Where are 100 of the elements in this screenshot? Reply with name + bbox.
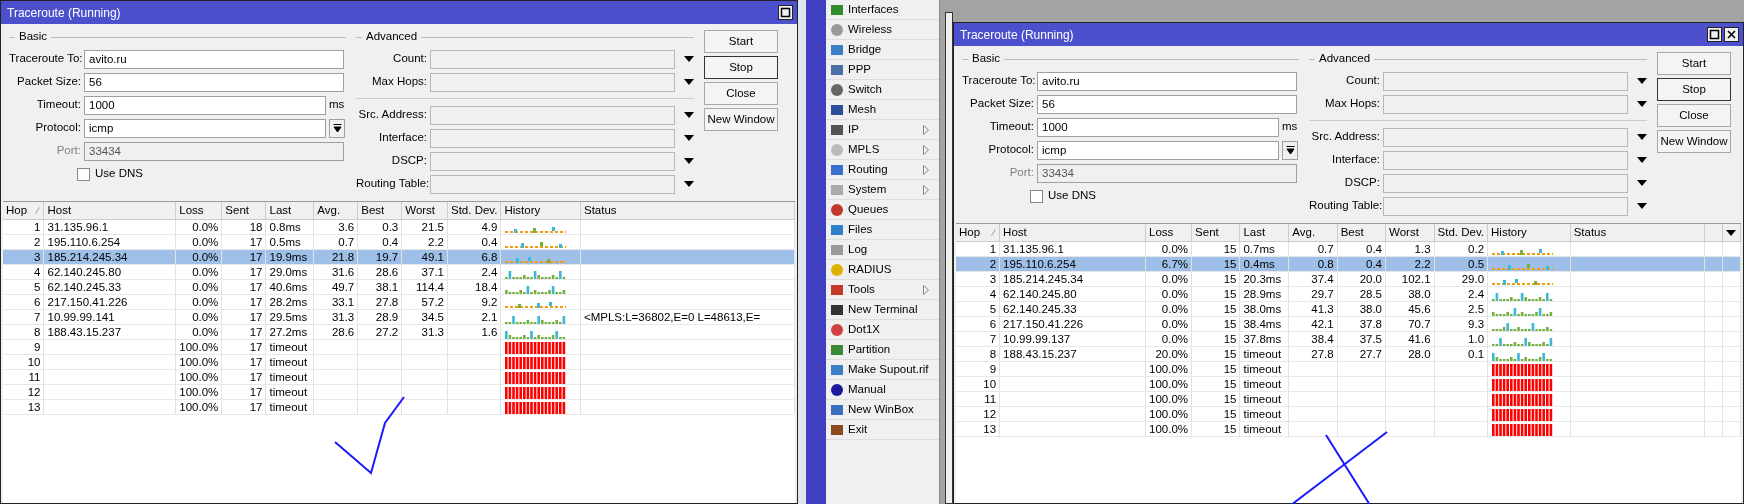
dropdown-button[interactable] (1282, 140, 1298, 160)
menu-item[interactable]: Switch (826, 80, 939, 100)
table-row[interactable]: 13 100.0% 15 timeout (956, 421, 1741, 437)
column-header[interactable]: Worst (401, 202, 448, 220)
input-field[interactable] (430, 105, 675, 125)
window-button[interactable]: Start (704, 30, 778, 53)
table-row[interactable]: 6 217.150.41.226 0.0% 17 28.2ms 33.1 27.8 57.2 9.2 (3, 294, 795, 310)
menu-item[interactable]: Tools (826, 280, 939, 300)
input-field[interactable] (430, 174, 675, 194)
window-button[interactable]: Stop (1657, 78, 1731, 101)
input-field[interactable] (430, 151, 675, 171)
dropdown-arrow-icon[interactable] (684, 135, 694, 141)
window-button[interactable]: Start (1657, 52, 1731, 75)
dropdown-arrow-icon[interactable] (684, 181, 694, 187)
input-field[interactable]: 1000 (1037, 117, 1279, 137)
input-field[interactable] (1383, 127, 1628, 147)
input-field[interactable]: 56 (84, 72, 344, 92)
input-field[interactable] (1383, 150, 1628, 170)
table-row[interactable]: 13 100.0% 17 timeout (3, 399, 795, 415)
column-header[interactable]: Avg. (313, 202, 358, 220)
column-header[interactable]: Host (44, 202, 176, 220)
dropdown-arrow-icon[interactable] (684, 79, 694, 85)
menu-item[interactable]: New WinBox (826, 400, 939, 420)
table-row[interactable]: 7 10.99.99.141 0.0% 17 29.5ms 31.3 28.9 34.5 2.1 <MPLS:L=36802,E=0 L=48613,E= (3, 309, 795, 325)
checkbox[interactable] (1030, 189, 1043, 203)
column-header[interactable]: Status (1570, 224, 1705, 242)
input-field[interactable] (430, 49, 675, 69)
column-header[interactable]: Worst (1385, 224, 1435, 242)
column-header[interactable]: Loss (1145, 224, 1192, 242)
menu-item[interactable]: RADIUS (826, 260, 939, 280)
menu-item[interactable]: System (826, 180, 939, 200)
menu-item[interactable]: MPLS (826, 140, 939, 160)
maximize-icon[interactable] (778, 5, 793, 20)
input-field[interactable] (1383, 94, 1628, 114)
dropdown-arrow-icon[interactable] (1725, 229, 1736, 236)
maximize-icon[interactable] (1707, 27, 1722, 42)
column-header[interactable]: Last (266, 202, 314, 220)
input-field[interactable]: icmp (1037, 140, 1279, 160)
table-row[interactable]: 8 188.43.15.237 0.0% 17 27.2ms 28.6 27.2 31.3 1.6 (3, 324, 795, 340)
input-field[interactable]: avito.ru (84, 49, 344, 69)
input-field[interactable]: 1000 (84, 95, 326, 115)
dropdown-arrow-icon[interactable] (1637, 180, 1647, 186)
table-row[interactable]: 10 100.0% 15 timeout (956, 376, 1741, 392)
table-row[interactable]: 12 100.0% 17 timeout (3, 384, 795, 400)
table-row[interactable]: 2 195.110.6.254 0.0% 17 0.5ms 0.7 0.4 2.2 0.4 (3, 234, 795, 250)
table-row[interactable]: 5 62.140.245.33 0.0% 17 40.6ms 49.7 38.1 114.4 18.4 (3, 279, 795, 295)
column-header[interactable]: Std. Dev. (1434, 224, 1488, 242)
menu-item[interactable]: Manual (826, 380, 939, 400)
dropdown-arrow-icon[interactable] (684, 158, 694, 164)
menu-item[interactable]: Partition (826, 340, 939, 360)
column-header[interactable]: Sent (221, 202, 266, 220)
table-row[interactable]: 7 10.99.99.137 0.0% 15 37.8ms 38.4 37.5 41.6 1.0 (956, 331, 1741, 347)
menu-item[interactable]: Exit (826, 420, 939, 440)
checkbox[interactable] (77, 167, 90, 181)
column-header[interactable]: Status (580, 202, 795, 220)
input-field[interactable]: avito.ru (1037, 71, 1297, 91)
menu-item[interactable]: Log (826, 240, 939, 260)
table-row[interactable]: 9 100.0% 15 timeout (956, 361, 1741, 377)
dropdown-arrow-icon[interactable] (1637, 101, 1647, 107)
dropdown-arrow-icon[interactable] (1637, 134, 1647, 140)
menu-item[interactable]: Mesh (826, 100, 939, 120)
column-header[interactable]: History (1487, 224, 1571, 242)
input-field[interactable] (430, 72, 675, 92)
table-row[interactable]: 4 62.140.245.80 0.0% 17 29.0ms 31.6 28.6 37.1 2.4 (3, 264, 795, 280)
menu-item[interactable]: Files (826, 220, 939, 240)
window-button[interactable]: Close (704, 82, 778, 105)
table-row[interactable]: 1 31.135.96.1 0.0% 18 0.8ms 3.6 0.3 21.5 4.9 (3, 219, 795, 235)
table-row[interactable]: 10 100.0% 17 timeout (3, 354, 795, 370)
dropdown-arrow-icon[interactable] (1637, 203, 1647, 209)
input-field[interactable] (1383, 71, 1628, 91)
menu-item[interactable]: PPP (826, 60, 939, 80)
table-row[interactable]: 4 62.140.245.80 0.0% 15 28.9ms 29.7 28.5 38.0 2.4 (956, 286, 1741, 302)
column-header[interactable]: Sent (1191, 224, 1240, 242)
dropdown-button[interactable] (329, 118, 345, 138)
window-button[interactable]: New Window (1657, 130, 1731, 153)
window-button[interactable]: Stop (704, 56, 778, 79)
column-header[interactable]: Best (357, 202, 402, 220)
dropdown-arrow-icon[interactable] (1637, 157, 1647, 163)
window-button[interactable]: New Window (704, 108, 778, 131)
column-header[interactable]: Avg. (1288, 224, 1338, 242)
menu-item[interactable]: Routing (826, 160, 939, 180)
column-header[interactable]: Loss (175, 202, 222, 220)
column-header[interactable]: Host (999, 224, 1146, 242)
input-field[interactable] (1383, 196, 1628, 216)
dropdown-arrow-icon[interactable] (1637, 78, 1647, 84)
menu-item[interactable]: Dot1X (826, 320, 939, 340)
input-field[interactable]: icmp (84, 118, 326, 138)
table-row[interactable]: 3 185.214.245.34 0.0% 15 20.3ms 37.4 20.0 102.1 29.0 (956, 271, 1741, 287)
table-row[interactable]: 3 185.214.245.34 0.0% 17 19.9ms 21.8 19.7 49.1 6.8 (3, 249, 795, 265)
table-row[interactable]: 8 188.43.15.237 20.0% 15 timeout 27.8 27.7 28.0 0.1 (956, 346, 1741, 362)
input-field[interactable] (1383, 173, 1628, 193)
window-button[interactable]: Close (1657, 104, 1731, 127)
menu-item[interactable]: Wireless (826, 20, 939, 40)
table-row[interactable]: 6 217.150.41.226 0.0% 15 38.4ms 42.1 37.8 70.7 9.3 (956, 316, 1741, 332)
table-row[interactable]: 1 31.135.96.1 0.0% 15 0.7ms 0.7 0.4 1.3 0.2 (956, 241, 1741, 257)
menu-item[interactable]: IP (826, 120, 939, 140)
column-header[interactable]: Best (1337, 224, 1386, 242)
dropdown-arrow-icon[interactable] (684, 112, 694, 118)
table-row[interactable]: 2 195.110.6.254 6.7% 15 0.4ms 0.8 0.4 2.2 0.5 (956, 256, 1741, 272)
menu-item[interactable]: Interfaces (826, 0, 939, 20)
